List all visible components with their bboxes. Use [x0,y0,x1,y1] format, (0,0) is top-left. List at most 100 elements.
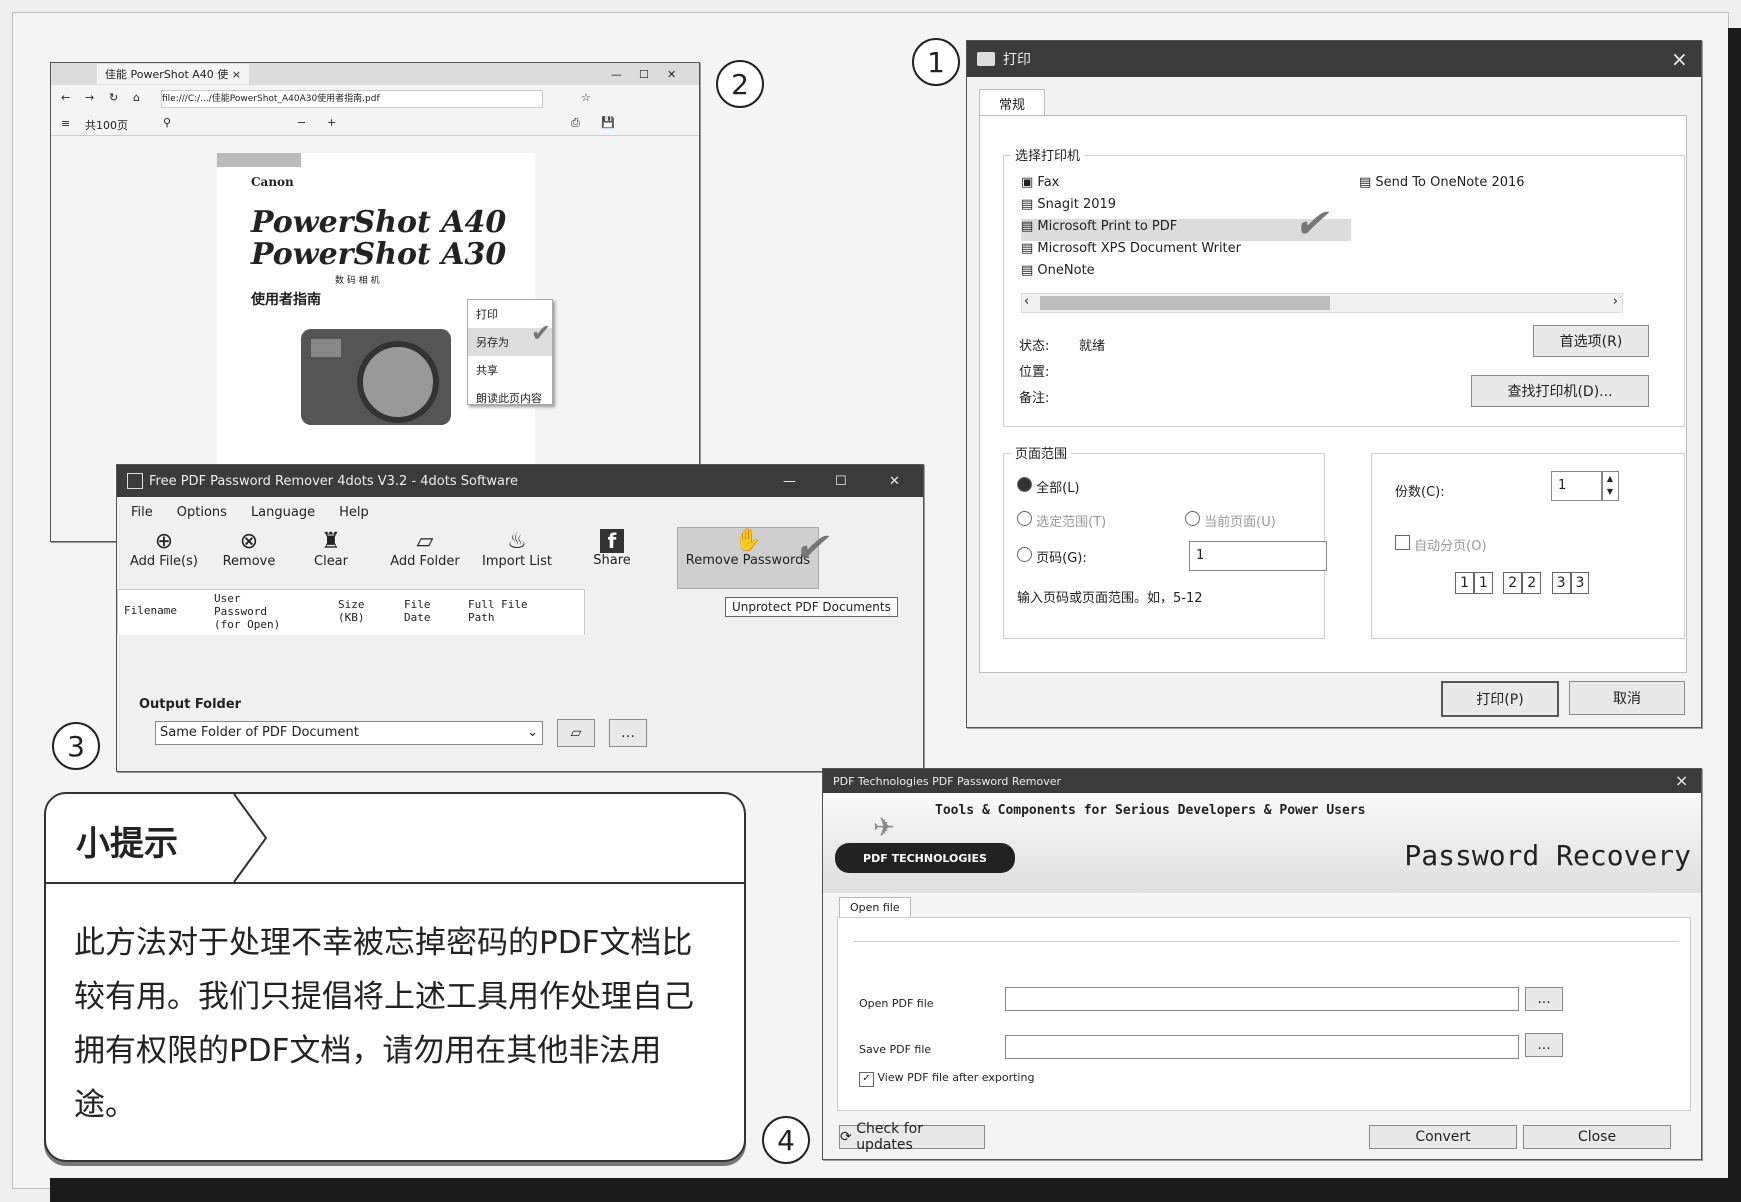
printer-item-onenote[interactable]: ▤ OneNote [1021,263,1621,285]
page-indicator: 共100页 [85,119,128,132]
recovery-close-icon[interactable]: × [1675,771,1688,790]
printer-item-fax[interactable]: ▣ Fax [1021,175,1621,197]
range-pages-option[interactable]: 页码(G): [1017,547,1087,566]
cancel-button[interactable]: 取消 [1569,681,1685,715]
minimize-icon[interactable]: — [783,474,796,489]
collate-checkbox[interactable] [1395,535,1410,550]
clear-button[interactable]: ♜ Clear [303,529,359,569]
add-files-button[interactable]: ⊕ Add File(s) [127,529,201,569]
col-full-path[interactable]: Full File Path [468,598,544,624]
printer-icon: ▤ [1021,263,1038,278]
save-icon[interactable]: 💾 [601,116,615,129]
radio-current[interactable] [1185,511,1200,526]
find-printer-button[interactable]: 查找打印机(D)... [1471,375,1649,407]
open-browse-button[interactable]: ... [1525,987,1563,1011]
view-after-checkbox[interactable]: ✓ [859,1072,874,1087]
radio-all[interactable] [1017,477,1032,492]
printer-list-scrollbar[interactable]: ‹ › [1021,293,1623,313]
tip-header-divider [46,882,744,884]
file-list-header: Filename User Password (for Open) Size (… [117,589,585,637]
menu-options[interactable]: Options [177,505,227,520]
close-button[interactable]: Close [1523,1125,1671,1149]
address-input[interactable]: file:///C:/.../佳能PowerShot_A40A30使用者指南.p… [161,90,543,108]
copies-spinner[interactable]: ▲ ▼ [1601,471,1619,501]
callout-number-2: 2 [716,60,764,108]
browse-folder-button[interactable]: ▱ [557,719,595,747]
tip-box: 小提示 此方法对于处理不幸被忘掉密码的PDF文档比较有用。我们只提倡将上述工具用… [44,792,746,1162]
save-pdf-input[interactable] [1005,1035,1519,1059]
scroll-right-icon[interactable]: › [1613,294,1618,309]
print-dialog-title: 打印 [1003,52,1031,68]
zoom-out-icon[interactable]: − [297,116,306,129]
range-all-option[interactable]: 全部(L) [1017,477,1080,496]
copies-input[interactable]: 1 [1551,471,1603,501]
menu-item-read-aloud[interactable]: 朗读此页内容 [468,384,552,412]
file-list-body[interactable] [117,635,923,699]
maximize-icon[interactable]: ☐ [639,68,649,81]
scroll-thumb[interactable] [1040,296,1330,310]
search-icon[interactable]: ⚲ [163,116,171,129]
menu-language[interactable]: Language [251,505,315,520]
fax-icon: ▣ [1021,175,1038,190]
close-icon[interactable]: ✕ [667,68,676,81]
range-selection-option[interactable]: 选定范围(T) [1017,511,1106,530]
collate-option[interactable]: 自动分页(O) [1395,535,1487,554]
print-button[interactable]: 打印(P) [1441,681,1559,717]
menu-item-share[interactable]: 共享 [468,356,552,384]
browser-tab[interactable]: 佳能 PowerShot A40 使 × [97,64,249,84]
minimize-icon[interactable]: — [611,68,622,81]
scroll-left-icon[interactable]: ‹ [1024,294,1029,309]
open-pdf-input[interactable] [1005,987,1519,1011]
more-button[interactable]: … [609,719,647,747]
status-value: 就绪 [1079,339,1106,354]
maximize-icon[interactable]: ☐ [835,474,847,489]
share-button[interactable]: f Share [587,529,637,568]
remover-menubar: File Options Language Help [131,505,369,520]
close-icon[interactable]: ✕ [889,474,900,489]
output-folder-select[interactable]: Same Folder of PDF Document ⌄ [155,721,543,745]
back-icon[interactable]: ← [61,91,70,104]
remove-button[interactable]: ⊗ Remove [217,529,281,569]
col-user-password[interactable]: User Password (for Open) [214,592,284,631]
remove-icon: ⊗ [239,529,259,554]
toc-icon[interactable]: ≡ [61,117,70,130]
chevron-down-icon[interactable]: ⌄ [527,722,538,744]
printer-item-send-to-onenote[interactable]: ▤ Send To OneNote 2016 [1359,175,1525,190]
pdf-technologies-logo: PDF TECHNOLOGIES [835,843,1015,873]
refresh-icon[interactable]: ↻ [109,91,118,104]
tab-general[interactable]: 常规 [979,89,1045,116]
password-remover-window: Free PDF Password Remover 4dots V3.2 - 4… [116,464,924,772]
frame-shadow-right [1728,28,1741,1202]
forward-icon[interactable]: → [85,91,94,104]
home-icon[interactable]: ⌂ [133,91,140,104]
copies-label: 份数(C): [1395,485,1445,500]
tab-open-file[interactable]: Open file [839,897,911,917]
radio-selection[interactable] [1017,511,1032,526]
add-folder-button[interactable]: ▱ Add Folder [387,529,463,569]
zoom-in-icon[interactable]: + [327,116,336,129]
save-pdf-label: Save PDF file [859,1043,932,1056]
menu-help[interactable]: Help [339,505,369,520]
radio-pages[interactable] [1017,547,1032,562]
remover-toolbar: ⊕ Add File(s) ⊗ Remove ♜ Clear ▱ Add Folder … [117,525,923,589]
col-file-date[interactable]: File Date [404,598,440,624]
range-current-option[interactable]: 当前页面(U) [1185,511,1276,530]
import-list-button[interactable]: ♨ Import List [477,529,557,569]
view-after-option[interactable]: ✓ View PDF file after exporting [859,1071,1034,1087]
preferences-button[interactable]: 首选项(R) [1533,325,1649,357]
print-dialog-close-icon[interactable]: × [1671,47,1688,71]
save-browse-button[interactable]: ... [1525,1033,1563,1057]
print-icon[interactable]: ⎙ [571,116,580,130]
convert-button[interactable]: Convert [1369,1125,1517,1149]
panel-divider [853,941,1679,942]
menu-file[interactable]: File [131,505,153,520]
printer-icon: ▤ [1021,197,1038,212]
col-filename[interactable]: Filename [124,604,177,617]
printer-icon: ▤ [1021,241,1038,256]
col-size[interactable]: Size (KB) [338,598,374,624]
check-updates-button[interactable]: ⟳ Check for updates [839,1121,985,1153]
favorite-icon[interactable]: ☆ [581,91,591,104]
print-dialog-titlebar: 打印 [967,41,1701,77]
frame-shadow-bottom [50,1178,1741,1202]
pages-input[interactable]: 1 [1189,541,1327,571]
